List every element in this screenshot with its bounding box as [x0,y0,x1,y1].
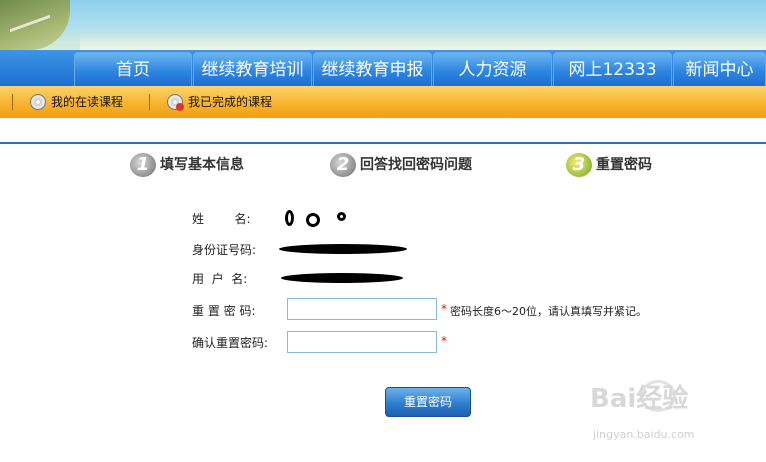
sub-nav: 我的在读课程 我已完成的课程 [0,86,766,118]
confirm-password-input[interactable] [287,331,437,353]
step-2-label: 回答找回密码问题 [360,157,472,173]
required-mark: * [441,334,447,348]
subnav-current-courses[interactable]: 我的在读课程 [30,86,123,118]
step-3-label: 重置密码 [596,157,652,173]
step-2-number-icon: 2 [330,153,356,177]
divider-line [0,142,766,144]
tab-online-12333[interactable]: 网上12333 [553,52,672,86]
header-banner [0,0,766,50]
main-nav: 首页 继续教育培训 继续教育申报 人力资源 网上12333 新闻中心 [0,50,766,86]
disc-icon [30,93,46,110]
disc-complete-icon [167,93,184,111]
step-2: 2 回答找回密码问题 [330,152,472,178]
username-label: 用 户 名: [192,272,248,286]
subnav-current-courses-label: 我的在读课程 [51,95,124,109]
name-label: 姓 名: [192,212,251,226]
name-redaction [306,213,320,227]
tab-human-resources[interactable]: 人力资源 [433,52,552,86]
name-redaction [337,212,346,221]
reset-password-label: 重 置 密 码: [192,304,256,318]
tab-continuing-education-declaration[interactable]: 继续教育申报 [313,52,432,86]
watermark-url: jingyan.baidu.com [593,428,695,441]
banner-water [80,32,766,50]
tab-news-center[interactable]: 新闻中心 [673,52,766,86]
subnav-separator [149,94,150,110]
reset-password-button[interactable]: 重置密码 [385,387,471,417]
tab-continuing-education-training[interactable]: 继续教育培训 [193,52,312,86]
subnav-completed-courses[interactable]: 我已完成的课程 [167,86,272,118]
subnav-separator [12,94,13,110]
step-1: 1 填写基本信息 [130,152,244,178]
tab-home[interactable]: 首页 [74,52,192,86]
subnav-completed-courses-label: 我已完成的课程 [188,95,273,109]
id-number-redaction [279,244,407,254]
spacer-bar [0,118,766,142]
step-1-label: 填写基本信息 [160,157,244,173]
step-3: 3 重置密码 [566,152,652,178]
reset-password-input[interactable] [287,298,437,320]
watermark-logo: Bai经验 [590,384,689,414]
username-redaction [281,273,403,283]
step-3-number-icon: 3 [566,153,592,177]
password-hint: 密码长度6～20位，请认真填写并紧记。 [450,305,647,318]
id-number-label: 身份证号码: [192,243,257,257]
name-redaction [285,210,294,226]
step-1-number-icon: 1 [130,153,156,177]
confirm-password-label: 确认重置密码: [192,336,269,350]
required-mark: * [441,302,447,316]
